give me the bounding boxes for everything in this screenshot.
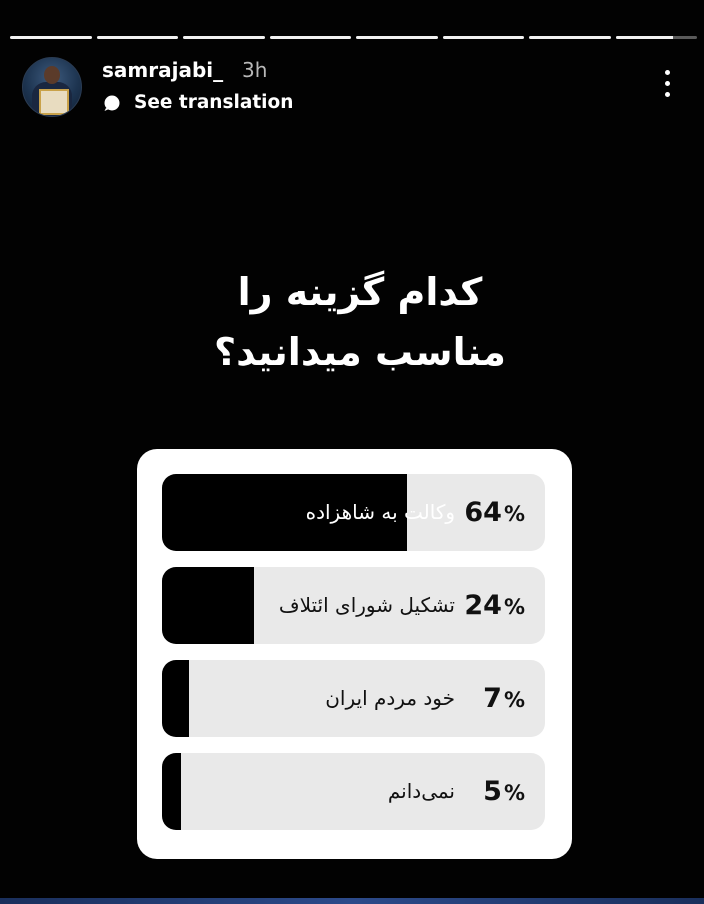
- poll-option-label: وکالت به شاهزاده: [305, 500, 455, 524]
- see-translation-button[interactable]: See translation: [134, 92, 293, 113]
- poll-question-line2: مناسب میدانید؟: [214, 330, 506, 374]
- poll-option[interactable]: خود مردم ایران 7%: [162, 660, 545, 737]
- poll-option-percent: 7%: [483, 683, 525, 714]
- avatar-frame: [39, 89, 69, 115]
- avatar[interactable]: [22, 57, 82, 117]
- poll-option-label: خود مردم ایران: [325, 686, 455, 710]
- poll-option[interactable]: وکالت به شاهزاده 64%: [162, 474, 545, 551]
- poll-option-percent: 24%: [464, 590, 525, 621]
- poll-card: وکالت به شاهزاده 64% تشکیل شورای ائتلاف …: [137, 449, 572, 859]
- poll-option-percent: 64%: [464, 497, 525, 528]
- more-options-icon[interactable]: [662, 70, 672, 100]
- poll-question-line1: کدام گزینه را: [237, 270, 483, 314]
- poll-option-percent: 5%: [483, 776, 525, 807]
- story-segment: [356, 36, 438, 39]
- poll-option-fill: [162, 660, 189, 737]
- poll-option-label: نمی‌دانم: [387, 779, 455, 803]
- story-segment: [96, 36, 178, 39]
- post-time: 3h: [242, 58, 268, 82]
- story-segment: [183, 36, 265, 39]
- poll-option-fill: [162, 753, 182, 830]
- translate-icon[interactable]: [103, 94, 121, 112]
- poll-option-fill: [162, 567, 254, 644]
- story-segment: [269, 36, 351, 39]
- story-header: samrajabi_ 3h See translation: [22, 56, 704, 118]
- poll-option-label: تشکیل شورای ائتلاف: [278, 593, 455, 617]
- avatar-head: [44, 66, 60, 84]
- bottom-bar: [0, 898, 704, 904]
- story-segment: [529, 36, 611, 39]
- story-segment-current: [615, 36, 697, 39]
- poll-option[interactable]: تشکیل شورای ائتلاف 24%: [162, 567, 545, 644]
- story-segment-progress: [615, 36, 673, 39]
- poll-question: کدام گزینه را مناسب میدانید؟: [150, 262, 570, 382]
- story-progress-bar: [10, 36, 697, 40]
- poll-option[interactable]: نمی‌دانم 5%: [162, 753, 545, 830]
- story-segment: [10, 36, 92, 39]
- username[interactable]: samrajabi_: [102, 58, 223, 82]
- story-segment: [442, 36, 524, 39]
